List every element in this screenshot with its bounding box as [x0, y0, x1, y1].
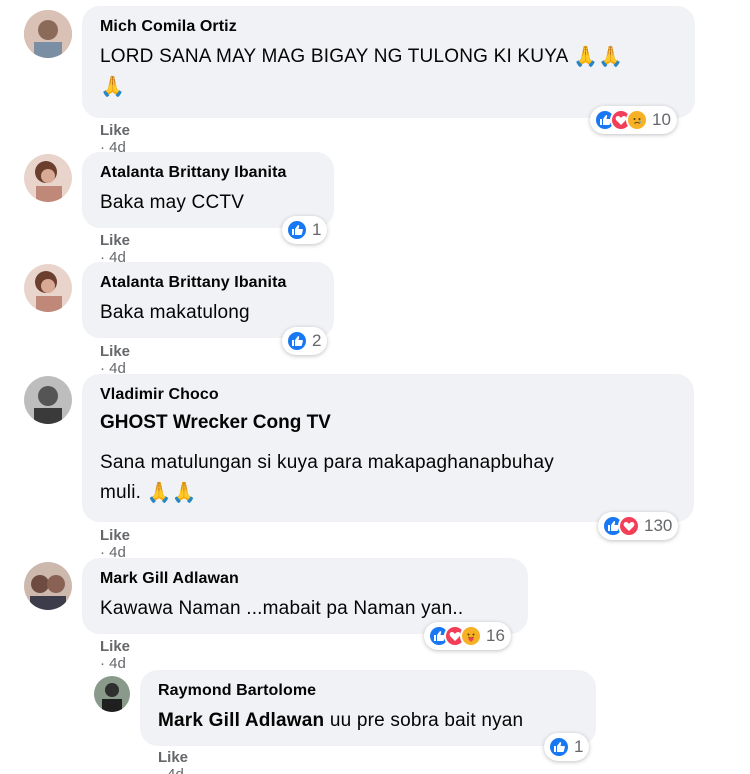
- comment-bubble: Raymond Bartolome Mark Gill Adlawan uu p…: [140, 670, 596, 746]
- reaction-summary[interactable]: 1: [544, 733, 590, 761]
- comment-actions: Like · 4d: [158, 749, 188, 774]
- like-button[interactable]: Like: [100, 232, 130, 249]
- reaction-count: 1: [574, 737, 584, 756]
- praying-hands-icon: 🙏: [171, 482, 197, 504]
- comment-text: LORD SANA MAY MAG BIGAY NG TULONG KI KUY…: [100, 42, 681, 72]
- reaction-count: 130: [644, 516, 673, 535]
- reaction-summary[interactable]: 1: [282, 216, 328, 244]
- praying-hands-icon: 🙏: [100, 76, 126, 99]
- avatar[interactable]: [94, 676, 130, 712]
- like-button[interactable]: Like: [100, 527, 130, 544]
- comment-bubble: Mich Comila Ortiz LORD SANA MAY MAG BIGA…: [82, 6, 695, 118]
- mention-link[interactable]: Mark Gill Adlawan: [158, 710, 324, 731]
- like-button[interactable]: Like: [100, 122, 130, 139]
- sad-face-icon: [626, 109, 648, 131]
- comment-actions: Like · 4d: [100, 343, 131, 377]
- avatar[interactable]: [24, 264, 72, 312]
- reaction-summary[interactable]: 2: [282, 327, 328, 355]
- reaction-summary[interactable]: 130: [598, 512, 679, 540]
- comment-author[interactable]: Raymond Bartolome: [158, 680, 582, 702]
- comment-text: Mark Gill Adlawan uu pre sobra bait nyan: [158, 710, 524, 731]
- praying-hands-icon: 🙏: [598, 46, 624, 68]
- comment-author[interactable]: Mich Comila Ortiz: [100, 16, 681, 38]
- avatar[interactable]: [24, 376, 72, 424]
- thumbs-up-icon: [286, 330, 308, 352]
- reaction-summary[interactable]: 10: [590, 106, 677, 134]
- avatar[interactable]: [24, 154, 72, 202]
- reaction-count: 1: [312, 220, 322, 239]
- comment-actions: Like · 4d: [100, 638, 131, 672]
- praying-hands-icon: 🙏: [572, 46, 599, 68]
- reaction-count: 2: [312, 331, 322, 350]
- reaction-summary[interactable]: 16: [424, 622, 511, 650]
- thumbs-up-icon: [548, 736, 570, 758]
- reaction-count: 10: [652, 110, 671, 129]
- comment-bubble: Vladimir Choco GHOST Wrecker Cong TV San…: [82, 374, 694, 522]
- comment-author[interactable]: Vladimir Choco: [100, 384, 680, 406]
- avatar[interactable]: [24, 562, 72, 610]
- comment-author[interactable]: Mark Gill Adlawan: [100, 568, 514, 590]
- comment-actions: Like · 4d: [100, 232, 131, 266]
- comment-text: Baka may CCTV: [100, 192, 245, 213]
- mention-link[interactable]: GHOST Wrecker Cong TV: [100, 408, 680, 438]
- care-face-icon: [460, 625, 482, 647]
- like-button[interactable]: Like: [100, 343, 130, 360]
- comment-text: Baka makatulong: [100, 302, 250, 323]
- reaction-count: 16: [486, 626, 505, 645]
- like-button[interactable]: Like: [158, 749, 188, 766]
- comment-text: Kawawa Naman ...mabait pa Naman yan..: [100, 598, 464, 619]
- comment-actions: Like · 4d: [100, 122, 131, 156]
- comment-author[interactable]: Atalanta Brittany Ibanita: [100, 272, 320, 294]
- comment-text: Sana matulungan si kuya para makapaghana…: [100, 452, 554, 473]
- heart-icon: [618, 515, 640, 537]
- comment-actions: Like · 4d: [100, 527, 131, 561]
- thumbs-up-icon: [286, 219, 308, 241]
- timestamp[interactable]: 4d: [109, 655, 126, 672]
- like-button[interactable]: Like: [100, 638, 130, 655]
- avatar[interactable]: [24, 10, 72, 58]
- comment-author[interactable]: Atalanta Brittany Ibanita: [100, 162, 320, 184]
- praying-hands-icon: 🙏: [146, 482, 172, 504]
- timestamp[interactable]: 4d: [167, 766, 184, 774]
